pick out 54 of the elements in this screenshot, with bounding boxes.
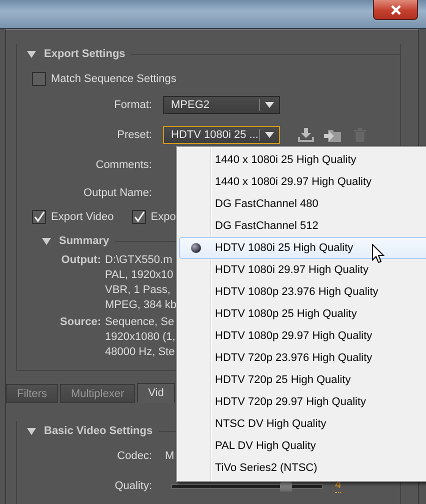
mouse-pointer-icon	[372, 244, 385, 264]
menu-item[interactable]: HDTV 1080i 29.97 High Quality	[179, 259, 426, 281]
menu-item[interactable]: PAL DV High Quality	[179, 435, 426, 457]
menu-item[interactable]: DG FastChannel 480	[179, 193, 426, 215]
summary-text: D:\GTX550.m	[105, 253, 174, 268]
summary-text: PAL, 1920x10	[105, 268, 174, 283]
format-dropdown[interactable]: MPEG2	[163, 96, 280, 114]
section-title: Summary	[59, 235, 110, 247]
summary-label: Source:	[59, 315, 102, 330]
dropdown-arrow-icon	[265, 132, 274, 138]
menu-item[interactable]: TiVo Series2 (NTSC)	[179, 457, 426, 479]
save-preset-icon[interactable]	[298, 128, 314, 142]
preset-dropdown[interactable]: HDTV 1080i 25 ...	[163, 126, 280, 144]
collapse-triangle-icon[interactable]	[27, 50, 36, 58]
menu-item[interactable]: HDTV 720p 29.97 High Quality	[179, 391, 426, 413]
close-icon	[390, 4, 402, 14]
menu-item[interactable]: 1440 x 1080i 25 High Quality	[179, 149, 426, 171]
import-preset-icon[interactable]	[324, 128, 342, 142]
summary-text: Sequence, Se	[105, 315, 176, 330]
checkbox-label: Expo	[150, 211, 176, 223]
field-label: Comments:	[94, 159, 153, 171]
close-button[interactable]	[373, 0, 418, 20]
menu-item[interactable]: HDTV 720p 25 High Quality	[179, 369, 426, 391]
section-title: Basic Video Settings	[44, 425, 153, 437]
menu-item[interactable]: 1440 x 1080i 29.97 High Quality	[179, 171, 426, 193]
tab[interactable]: Vid	[137, 383, 175, 403]
field-label: Codec:	[116, 450, 153, 462]
field-label: Preset:	[116, 129, 153, 141]
field-label: Output Name:	[82, 187, 153, 199]
menu-item[interactable]: DG FastChannel 512	[179, 215, 426, 237]
dropdown-arrow-icon	[265, 102, 274, 108]
codec-value: M	[165, 450, 174, 462]
summary-text: VBR, 1 Pass,	[105, 283, 172, 298]
menu-item[interactable]: HDTV 1080i 25 High Quality	[179, 237, 426, 259]
radio-bullet-icon	[190, 243, 200, 253]
field-label: Quality:	[114, 480, 153, 492]
field-label: Format:	[113, 99, 153, 111]
summary-text: 1920x1080 (1,	[105, 330, 176, 345]
menu-item[interactable]: HDTV 1080p 23.976 High Quality	[179, 281, 426, 303]
checkbox[interactable]	[32, 72, 46, 86]
summary-text: MPEG, 384 kb	[105, 298, 177, 313]
checkbox-label: Export Video	[51, 211, 114, 223]
collapse-triangle-icon[interactable]	[27, 428, 36, 434]
summary-label: Output:	[60, 253, 102, 268]
menu-item[interactable]: NTSC DV High Quality	[179, 413, 426, 435]
checkbox-label: Match Sequence Settings	[51, 73, 176, 85]
section-title: Export Settings	[44, 48, 126, 60]
collapse-triangle-icon[interactable]	[42, 238, 51, 244]
menu-item[interactable]: HDTV 1080p 29.97 High Quality	[179, 325, 426, 347]
checkbox[interactable]	[132, 210, 146, 224]
menu-item[interactable]: HDTV 1080p 25 High Quality	[179, 303, 426, 325]
checkbox[interactable]	[32, 210, 46, 224]
summary-text: 48000 Hz, Ste	[105, 345, 176, 360]
menu-item[interactable]: HDTV 720p 23.976 High Quality	[179, 347, 426, 369]
